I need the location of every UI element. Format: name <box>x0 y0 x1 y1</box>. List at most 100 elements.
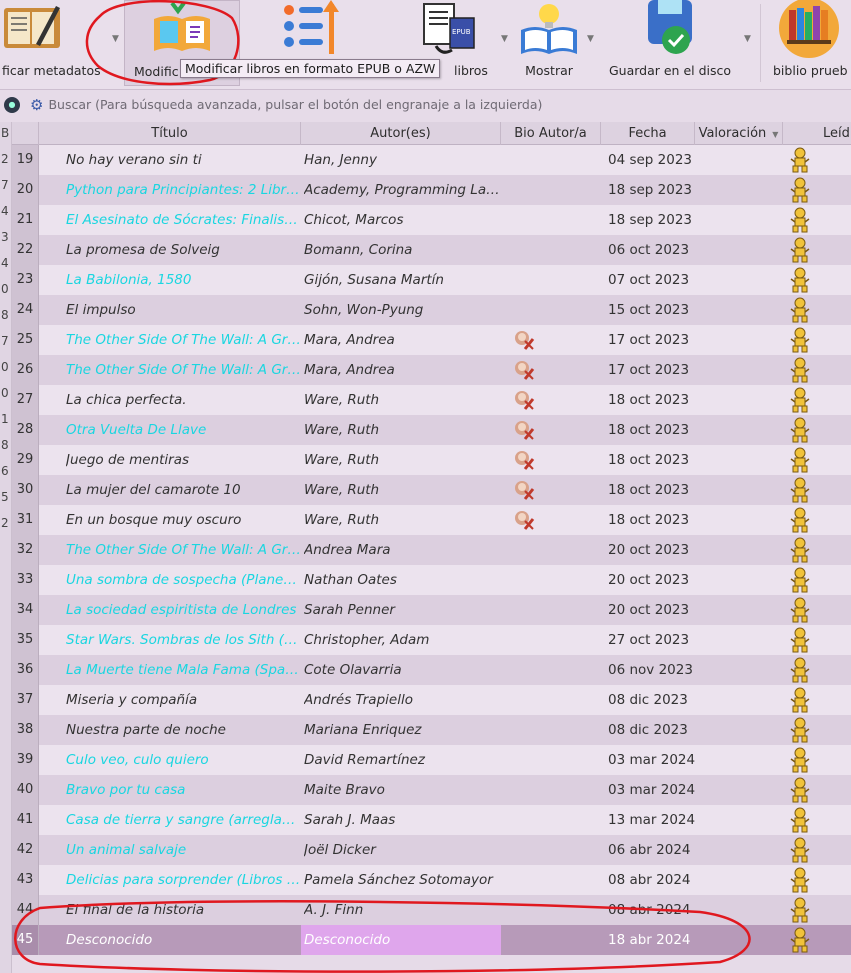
read-cell[interactable] <box>782 205 818 235</box>
read-cell[interactable] <box>782 895 818 925</box>
book-title: Casa de tierra y sangre (arreglado) <box>66 812 302 828</box>
table-row[interactable]: 35 Star Wars. Sombras de los Sith (novela… <box>12 625 851 655</box>
book-author: Pamela Sánchez Sotomayor <box>304 872 493 888</box>
book-author: Sarah Penner <box>304 602 395 618</box>
read-cell[interactable] <box>782 655 818 685</box>
table-row[interactable]: 36 La Muerte tiene Mala Fama (Spanish Edi… <box>12 655 851 685</box>
row-number: 20 <box>12 175 39 205</box>
read-cell[interactable] <box>782 505 818 535</box>
table-row[interactable]: 22 La promesa de Solveig Bomann, Corina 06 … <box>12 235 851 265</box>
search-mode-icon[interactable]: ● <box>4 96 20 113</box>
table-row[interactable]: 25 The Other Side Of The Wall: A Gripping… <box>12 325 851 355</box>
table-row[interactable]: 19 No hay verano sin ti Han, Jenny 04 sep 2… <box>12 145 851 175</box>
table-row[interactable]: 23 La Babilonia, 1580 Gijón, Susana Martín… <box>12 265 851 295</box>
column-header-date[interactable]: Fecha <box>601 122 695 145</box>
read-cell[interactable] <box>782 535 818 565</box>
edit-metadata-button[interactable]: ficar metadatos <box>0 0 112 86</box>
table-row[interactable]: 20 Python para Principiantes: 2 Libros en… <box>12 175 851 205</box>
table-row[interactable]: 40 Bravo por tu casa Maite Bravo 03 mar 202… <box>12 775 851 805</box>
table-row[interactable]: 27 La chica perfecta. Ware, Ruth 18 oct 202… <box>12 385 851 415</box>
book-date: 27 oct 2023 <box>608 632 690 648</box>
book-title: Desconocido <box>66 932 153 948</box>
bio-cell <box>506 835 542 865</box>
read-cell[interactable] <box>782 385 818 415</box>
read-cell[interactable] <box>782 775 818 805</box>
book-date: 03 mar 2024 <box>608 752 696 768</box>
row-number: 33 <box>12 565 39 595</box>
column-header-rating[interactable]: Valoración ▼ <box>695 122 783 145</box>
table-row[interactable]: 26 The Other Side Of The Wall: A Gripping… <box>12 355 851 385</box>
table-row[interactable]: 41 Casa de tierra y sangre (arreglado) Sar… <box>12 805 851 835</box>
left-strip-char: 4 <box>1 204 9 218</box>
read-cell[interactable] <box>782 295 818 325</box>
column-header-read[interactable]: Leíd <box>783 122 851 145</box>
table-row[interactable]: 39 Culo veo, culo quiero David Remartínez 0… <box>12 745 851 775</box>
chevron-down-icon[interactable]: ▼ <box>501 34 508 44</box>
column-header-number[interactable] <box>12 122 39 145</box>
read-cell[interactable] <box>782 235 818 265</box>
library-icon <box>778 0 839 58</box>
read-cell[interactable] <box>782 925 818 955</box>
library-label: biblio prueb <box>773 63 848 78</box>
table-row[interactable]: 33 Una sombra de sospecha (Planeta Intern… <box>12 565 851 595</box>
chevron-down-icon[interactable]: ▼ <box>744 34 751 44</box>
read-cell[interactable] <box>782 475 818 505</box>
read-cell[interactable] <box>782 355 818 385</box>
read-cell[interactable] <box>782 445 818 475</box>
search-input[interactable]: Buscar (Para búsqueda avanzada, pulsar e… <box>48 97 542 112</box>
table-row[interactable]: 45 Desconocido Desconocido 18 abr 2024 <box>12 925 851 955</box>
bio-cell <box>506 685 542 715</box>
read-cell[interactable] <box>782 805 818 835</box>
read-cell[interactable] <box>782 265 818 295</box>
column-header-title[interactable]: Título <box>39 122 301 145</box>
book-author: Cote Olavarria <box>304 662 402 678</box>
table-row[interactable]: 32 The Other Side Of The Wall: A Gripping… <box>12 535 851 565</box>
row-number: 25 <box>12 325 39 355</box>
book-title: La mujer del camarote 10 <box>66 482 241 498</box>
read-cell[interactable] <box>782 835 818 865</box>
table-row[interactable]: 43 Delicias para sorprender (Libros singu… <box>12 865 851 895</box>
book-author: Ware, Ruth <box>304 452 380 468</box>
read-cell[interactable] <box>782 865 818 895</box>
table-row[interactable]: 37 Miseria y compañía Andrés Trapiello 08 d… <box>12 685 851 715</box>
read-cell[interactable] <box>782 415 818 445</box>
book-title: La sociedad espiritista de Londres <box>66 602 297 618</box>
read-cell[interactable] <box>782 745 818 775</box>
table-row[interactable]: 30 La mujer del camarote 10 Ware, Ruth 18 o… <box>12 475 851 505</box>
table-row[interactable]: 28 Otra Vuelta De Llave Ware, Ruth 18 oct 2… <box>12 415 851 445</box>
table-row[interactable]: 34 La sociedad espiritista de Londres Sara… <box>12 595 851 625</box>
read-cell[interactable] <box>782 685 818 715</box>
bio-cell <box>506 595 542 625</box>
table-row[interactable]: 21 El Asesinato de Sócrates: Finalista Pr… <box>12 205 851 235</box>
table-row[interactable]: 24 El impulso Sohn, Won-Pyung 15 oct 2023 <box>12 295 851 325</box>
read-cell[interactable] <box>782 715 818 745</box>
column-header-authors[interactable]: Autor(es) <box>301 122 501 145</box>
search-bar: ● ⚙ Buscar (Para búsqueda avanzada, puls… <box>0 91 851 118</box>
read-cell[interactable] <box>782 625 818 655</box>
convert-epub-icon: EPUB <box>423 3 475 54</box>
table-row[interactable]: 31 En un bosque muy oscuro Ware, Ruth 18 oc… <box>12 505 851 535</box>
library-button[interactable]: biblio prueb <box>766 0 851 86</box>
table-row[interactable]: 42 Un animal salvaje Joël Dicker 06 abr 202… <box>12 835 851 865</box>
table-row[interactable]: 44 El final de la historia A. J. Finn 08 ab… <box>12 895 851 925</box>
read-cell[interactable] <box>782 145 818 175</box>
book-author: Sohn, Won-Pyung <box>304 302 424 318</box>
row-number: 45 <box>12 925 39 955</box>
left-panel-strip: B 2 7 4 3 4 0 8 7 0 0 1 8 6 5 2 <box>0 122 12 973</box>
read-cell[interactable] <box>782 565 818 595</box>
read-cell[interactable] <box>782 325 818 355</box>
save-to-disk-button[interactable]: Guardar en el disco <box>604 0 736 86</box>
read-status-icon <box>790 537 810 563</box>
chevron-down-icon[interactable]: ▼ <box>112 34 119 44</box>
left-strip-char: 7 <box>1 178 9 192</box>
table-row[interactable]: 29 Juego de mentiras Ware, Ruth 18 oct 2023 <box>12 445 851 475</box>
read-cell[interactable] <box>782 595 818 625</box>
read-cell[interactable] <box>782 175 818 205</box>
column-header-bio[interactable]: Bio Autor/a <box>501 122 601 145</box>
read-status-icon <box>790 447 810 473</box>
chevron-down-icon[interactable]: ▼ <box>587 34 594 44</box>
table-row[interactable]: 38 Nuestra parte de noche Mariana Enriquez… <box>12 715 851 745</box>
show-button[interactable]: Mostrar <box>512 0 586 86</box>
gear-icon[interactable]: ⚙ <box>30 96 43 114</box>
column-read-label: Leíd <box>823 126 850 141</box>
